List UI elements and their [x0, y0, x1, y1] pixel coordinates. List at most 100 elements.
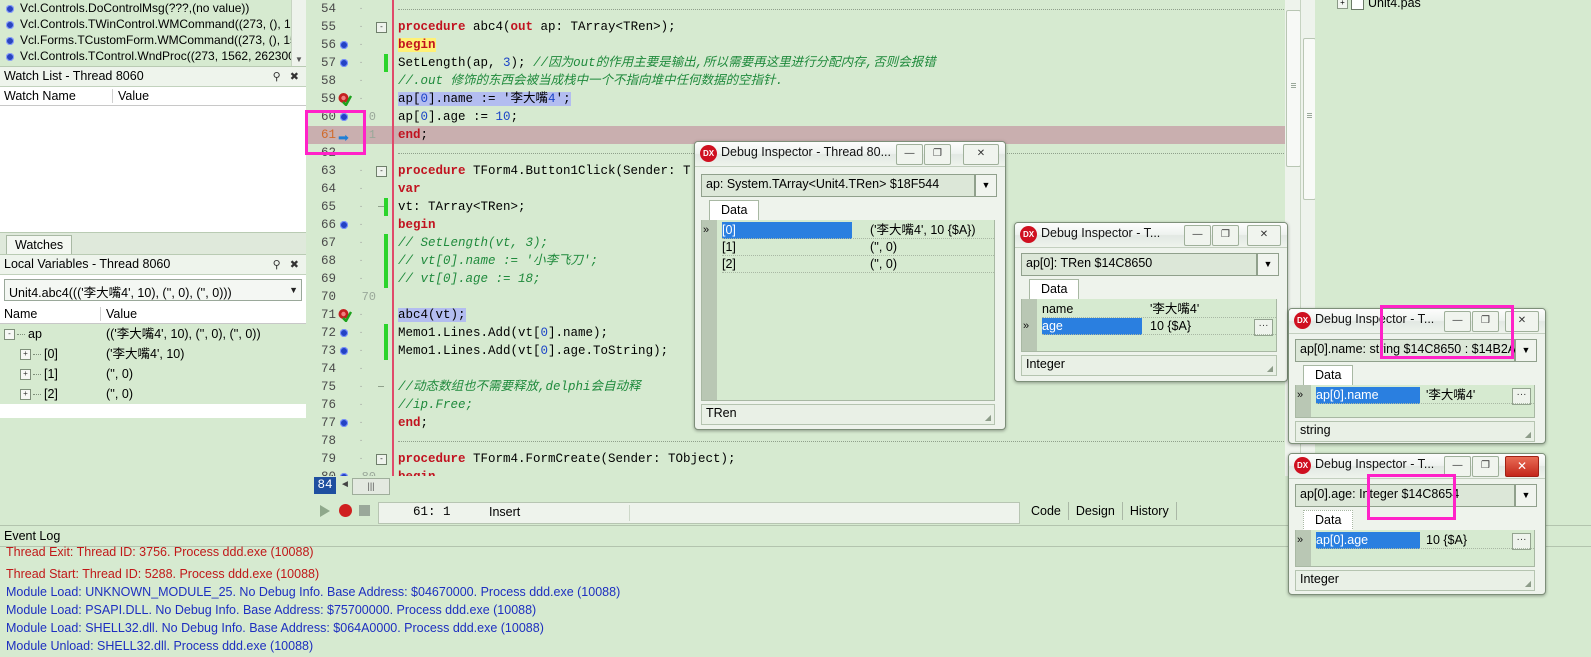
- tab-data[interactable]: Data: [709, 200, 760, 221]
- chevron-down-icon[interactable]: ▼: [1515, 484, 1537, 507]
- inspector-row[interactable]: » ap[0].name '李大嘴4' ···: [1296, 387, 1534, 405]
- close-button[interactable]: ✕: [1505, 311, 1539, 332]
- chevron-down-icon[interactable]: ▼: [295, 55, 303, 64]
- call-stack-row[interactable]: Vcl.Controls.TWinControl.WMCommand((273,…: [0, 16, 306, 32]
- minimize-button[interactable]: —: [1444, 456, 1471, 477]
- debug-inspector-window-ap0[interactable]: DX Debug Inspector - T... — ❐ ✕ ap[0]: T…: [1014, 222, 1288, 382]
- code-line[interactable]: 78 ·: [306, 432, 1300, 450]
- code-line[interactable]: 60 0 ap[0].age := 10;: [306, 108, 1300, 126]
- expander-icon[interactable]: +: [20, 349, 31, 361]
- chevron-down-icon[interactable]: ▼: [1515, 339, 1537, 362]
- panel-pin-close-icons[interactable]: ⚲ ✖: [273, 256, 302, 275]
- code-line[interactable]: 59 · ap[0].name := '李大嘴4';: [306, 90, 1300, 108]
- tab-data[interactable]: Data: [1303, 365, 1354, 386]
- fold-toggle-icon[interactable]: -: [376, 454, 387, 465]
- maximize-button[interactable]: ❐: [1472, 311, 1499, 332]
- panel-pin-close-icons[interactable]: ⚲ ✖: [273, 68, 302, 87]
- window-titlebar[interactable]: DX Debug Inspector - Thread 80... — ❐ ✕: [695, 142, 1005, 167]
- tab-watches[interactable]: Watches: [6, 235, 73, 255]
- column-header-value[interactable]: Value: [106, 305, 137, 323]
- resize-grip-icon[interactable]: ◢: [1525, 430, 1531, 439]
- chevron-down-icon[interactable]: ▼: [975, 174, 997, 197]
- local-variable-row[interactable]: + [1] ('', 0): [0, 364, 306, 384]
- code-line[interactable]: 54 ·: [306, 0, 1300, 18]
- expression-field[interactable]: ap[0].name: string $14C8650 : $14B2ACC: [1295, 339, 1534, 362]
- breakpoint-icon[interactable]: [340, 329, 348, 337]
- event-log-row[interactable]: Module Load: SHELL32.dll. No Debug Info.…: [0, 619, 1591, 637]
- local-variable-row[interactable]: - ap (('李大嘴4', 10), ('', 0), ('', 0)): [0, 324, 306, 344]
- tab-data[interactable]: Data: [1029, 279, 1080, 300]
- call-stack-row[interactable]: Vcl.Forms.TCustomForm.WMCommand((273, ()…: [0, 32, 306, 48]
- call-stack-panel[interactable]: Vcl.Controls.DoControlMsg(???,(no value)…: [0, 0, 306, 66]
- column-header-value[interactable]: Value: [118, 87, 149, 105]
- call-stack-row[interactable]: Vcl.Controls.DoControlMsg(???,(no value)…: [0, 0, 306, 16]
- inspector-row[interactable]: » ap[0].age 10 {$A} ···: [1296, 532, 1534, 550]
- maximize-button[interactable]: ❐: [1212, 225, 1239, 246]
- code-line[interactable]: 56 · begin: [306, 36, 1300, 54]
- close-button[interactable]: ✕: [1505, 456, 1539, 477]
- minimize-button[interactable]: —: [1184, 225, 1211, 246]
- resize-grip-icon[interactable]: ◢: [1267, 364, 1273, 373]
- event-log-row[interactable]: Module Load: PSAPI.DLL. No Debug Info. B…: [0, 601, 1591, 619]
- valid-breakpoint-icon[interactable]: [338, 308, 353, 323]
- inspector-data-grid[interactable]: » [0] ('李大嘴4', 10 {$A}) [1] ('', 0) [2] …: [701, 220, 995, 401]
- editor-scrollbar-thumb[interactable]: [1286, 10, 1300, 167]
- code-line[interactable]: 58 · //.out 修饰的东西会被当成栈中一个不指向堆中任何数据的空指针.: [306, 72, 1300, 90]
- call-stack-row[interactable]: Vcl.Controls.TControl.WndProc((273, 1562…: [0, 48, 306, 64]
- tab-code[interactable]: Code: [1024, 502, 1069, 520]
- close-button[interactable]: ✕: [963, 144, 999, 165]
- expression-field[interactable]: ap: System.TArray<Unit4.TRen> $18F544: [701, 174, 975, 197]
- chevron-down-icon[interactable]: ▼: [289, 285, 298, 295]
- expression-field[interactable]: ap[0]: TRen $14C8650: [1021, 253, 1257, 276]
- project-panel-scrollbar[interactable]: [1300, 0, 1316, 525]
- window-titlebar[interactable]: DX Debug Inspector - T... — ❐ ✕: [1015, 223, 1287, 248]
- window-titlebar[interactable]: DX Debug Inspector - T... — ❐ ✕: [1289, 309, 1545, 334]
- tab-data[interactable]: Data: [1303, 510, 1354, 531]
- fold-toggle-icon[interactable]: -: [376, 166, 387, 177]
- resize-grip-icon[interactable]: ◢: [985, 413, 991, 422]
- chevron-down-icon[interactable]: ▼: [1257, 253, 1279, 276]
- debug-inspector-window-ap0-name[interactable]: DX Debug Inspector - T... — ❐ ✕ ap[0].na…: [1288, 308, 1546, 444]
- inspector-row[interactable]: name '李大嘴4': [1022, 301, 1276, 318]
- project-tree-item[interactable]: + Unit4.pas: [1337, 0, 1421, 11]
- breakpoint-icon[interactable]: [340, 59, 348, 67]
- inspector-data-grid[interactable]: name '李大嘴4' » age 10 {$A} ···: [1021, 299, 1277, 352]
- breakpoint-icon[interactable]: [340, 419, 348, 427]
- breakpoint-icon[interactable]: [340, 221, 348, 229]
- expander-icon[interactable]: -: [4, 329, 15, 341]
- tab-history[interactable]: History: [1123, 502, 1177, 520]
- maximize-button[interactable]: ❐: [1472, 456, 1499, 477]
- maximize-button[interactable]: ❐: [924, 144, 951, 165]
- expander-icon[interactable]: +: [20, 389, 31, 401]
- local-variable-row[interactable]: + [2] ('', 0): [0, 384, 306, 404]
- inspector-row[interactable]: » [0] ('李大嘴4', 10 {$A}): [702, 222, 994, 239]
- local-variables-scope-combo[interactable]: Unit4.abc4((('李大嘴4', 10), ('', 0), ('', …: [4, 279, 302, 301]
- local-variable-row[interactable]: + [0] ('李大嘴4', 10): [0, 344, 306, 364]
- play-icon[interactable]: [320, 505, 330, 517]
- window-titlebar[interactable]: DX Debug Inspector - T... — ❐ ✕: [1289, 454, 1545, 479]
- minimize-button[interactable]: —: [896, 144, 923, 165]
- close-button[interactable]: ✕: [1247, 225, 1281, 246]
- debug-inspector-window-ap[interactable]: DX Debug Inspector - Thread 80... — ❐ ✕ …: [694, 141, 1006, 430]
- column-header-name[interactable]: Name: [4, 305, 37, 323]
- inspector-row[interactable]: [1] ('', 0): [702, 239, 994, 256]
- event-log-row[interactable]: Module Unload: SHELL32.dll. Process ddd.…: [0, 637, 1591, 655]
- breakpoint-icon[interactable]: [340, 41, 348, 49]
- inspector-data-grid[interactable]: » ap[0].name '李大嘴4' ···: [1295, 385, 1535, 418]
- inspector-row[interactable]: [2] ('', 0): [702, 256, 994, 273]
- fold-toggle-icon[interactable]: -: [376, 22, 387, 33]
- code-line[interactable]: 55 · - procedure abc4(out ap: TArray<TRen>)…: [306, 18, 1300, 36]
- expression-field[interactable]: ap[0].age: Integer $14C8654: [1295, 484, 1515, 507]
- column-header-watch-name[interactable]: Watch Name: [4, 87, 76, 105]
- stop-icon[interactable]: [339, 504, 352, 517]
- expander-icon[interactable]: +: [1337, 0, 1348, 10]
- breakpoint-icon[interactable]: [340, 347, 348, 355]
- insert-mode-indicator[interactable]: Insert: [489, 505, 520, 519]
- watch-list-body[interactable]: [0, 106, 306, 233]
- code-line[interactable]: 79 · - procedure TForm4.FormCreate(Sender: …: [306, 450, 1300, 468]
- breakpoint-icon[interactable]: [340, 113, 348, 121]
- inspector-row[interactable]: » age 10 {$A} ···: [1022, 318, 1276, 336]
- debug-inspector-window-ap0-age[interactable]: DX Debug Inspector - T... — ❐ ✕ ap[0].ag…: [1288, 453, 1546, 595]
- expander-icon[interactable]: +: [20, 369, 31, 381]
- chevron-left-icon[interactable]: ◄: [340, 479, 350, 490]
